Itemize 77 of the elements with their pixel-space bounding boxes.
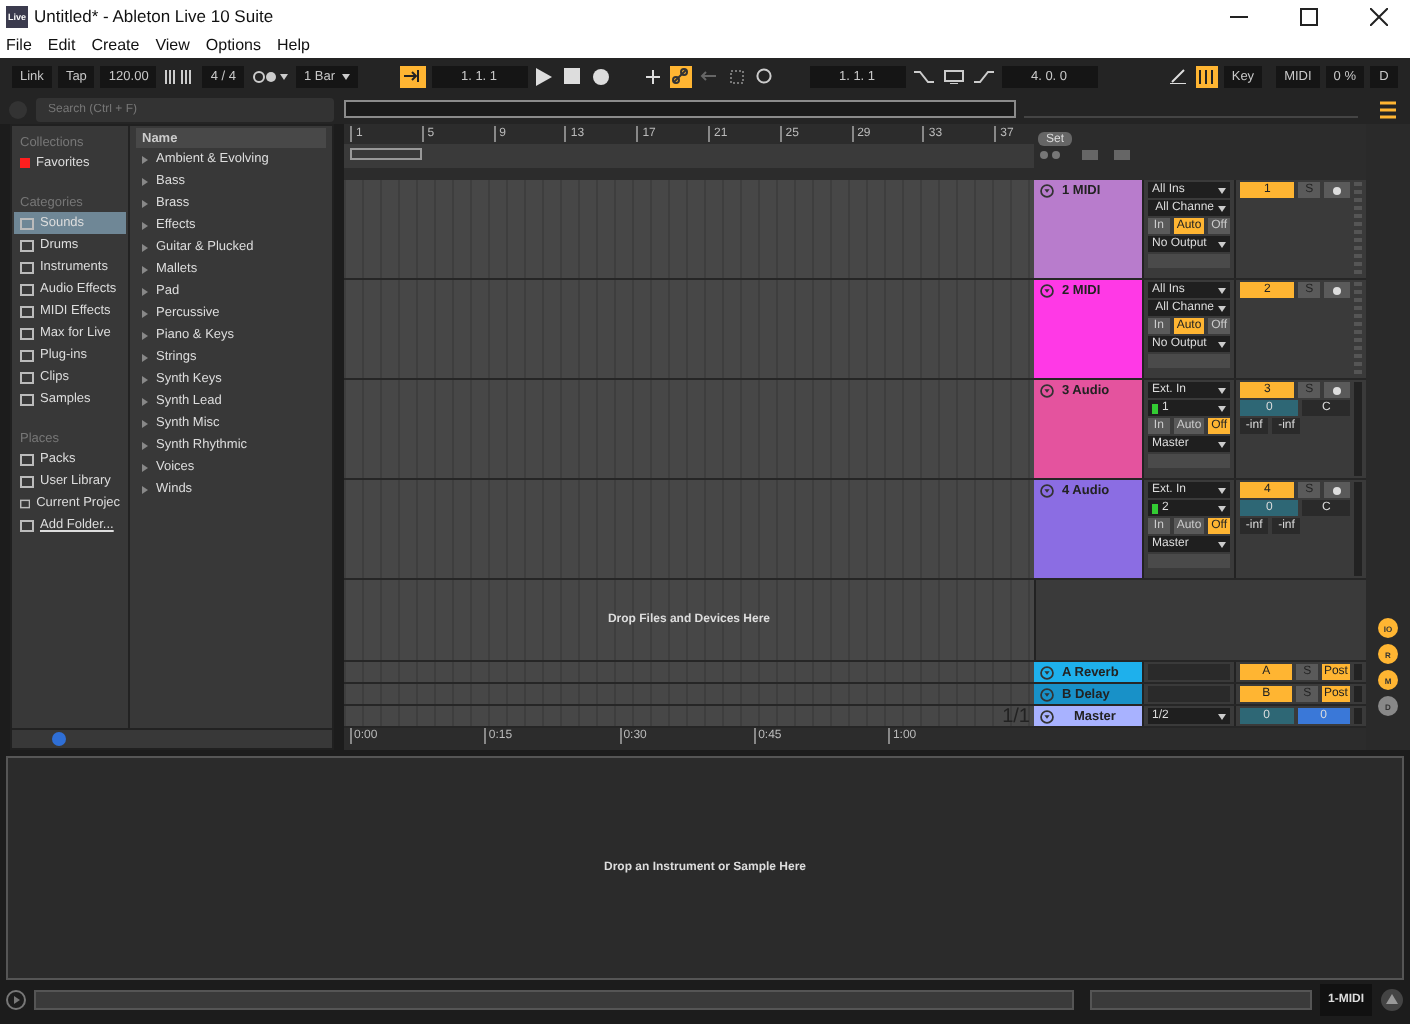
- window-title: Untitled* - Ableton Live 10 Suite: [34, 6, 276, 26]
- arm-button[interactable]: [1324, 182, 1350, 198]
- close-icon: [1369, 7, 1387, 25]
- nudge-icon[interactable]: [162, 65, 197, 87]
- fold-icon[interactable]: [1040, 284, 1054, 298]
- arm-button[interactable]: [1324, 382, 1350, 398]
- fold-icon[interactable]: [1040, 484, 1054, 498]
- menu-item[interactable]: View: [155, 36, 190, 54]
- expand-icon: [142, 375, 148, 383]
- record-icon: [1332, 285, 1343, 295]
- keyboard-icon: [1198, 69, 1215, 83]
- expand-icon: [142, 199, 148, 207]
- caret-icon: [1218, 487, 1226, 493]
- level-icon: [1152, 403, 1158, 413]
- caret-icon: [1218, 305, 1226, 311]
- arm-button[interactable]: [1324, 282, 1350, 298]
- record-button[interactable]: [589, 65, 612, 87]
- expand-icon: [142, 287, 148, 295]
- empty-field: [1148, 554, 1230, 568]
- record-icon: [1332, 385, 1343, 395]
- stop-button[interactable]: [561, 65, 584, 87]
- caret-icon: [1218, 241, 1226, 247]
- caret-icon: [341, 73, 350, 79]
- expand-icon: [142, 221, 148, 229]
- empty-field: [1148, 454, 1230, 468]
- expand-icon: [142, 353, 148, 361]
- level-icon: [1152, 503, 1158, 513]
- pencil-icon[interactable]: [1167, 65, 1190, 87]
- caret-icon: [1218, 187, 1226, 193]
- caret-icon: [1218, 405, 1226, 411]
- caret-icon: [1218, 205, 1226, 211]
- caret-icon: [1218, 541, 1226, 547]
- caret-icon: [1218, 505, 1226, 511]
- record-icon: [1332, 185, 1343, 195]
- empty-field: [1148, 354, 1230, 368]
- empty-field: [1148, 254, 1230, 268]
- add-icon[interactable]: [641, 65, 664, 87]
- caret-icon: [1218, 387, 1226, 393]
- maximize-icon: [1299, 7, 1317, 25]
- caret-icon: [1218, 441, 1226, 447]
- caret-icon: [1218, 713, 1226, 719]
- expand-icon: [142, 177, 148, 185]
- expand-icon: [142, 463, 148, 471]
- expand-icon: [142, 441, 148, 449]
- expand-icon: [142, 485, 148, 493]
- menu-item[interactable]: Options: [205, 36, 261, 54]
- expand-icon: [142, 397, 148, 405]
- dotted-square-icon[interactable]: [725, 65, 748, 87]
- loop-brace[interactable]: [350, 148, 422, 160]
- menu-item[interactable]: Help: [276, 36, 310, 54]
- menu-item[interactable]: Edit: [47, 36, 76, 54]
- loop-switch-icon[interactable]: [941, 65, 966, 87]
- expand-icon: [142, 419, 148, 427]
- fold-icon[interactable]: [1040, 184, 1054, 198]
- fold-icon[interactable]: [1040, 384, 1054, 398]
- punch-out-icon[interactable]: [971, 65, 996, 87]
- arrow-icon: [404, 70, 421, 82]
- metronome-icon[interactable]: [249, 65, 290, 87]
- play-button[interactable]: [533, 65, 556, 87]
- circle-icon[interactable]: [753, 65, 776, 87]
- caret-icon: [1218, 341, 1226, 347]
- expand-icon: [142, 243, 148, 251]
- caret-icon: [1218, 287, 1226, 293]
- expand-icon: [142, 155, 148, 163]
- expand-icon: [142, 265, 148, 273]
- link-icon: [672, 68, 689, 84]
- menu-item[interactable]: File: [6, 36, 32, 54]
- expand-icon: [142, 331, 148, 339]
- follow-button[interactable]: [399, 65, 426, 87]
- hotswap-icon[interactable]: [52, 732, 66, 746]
- automation-arm-button[interactable]: [669, 65, 692, 87]
- menu-item[interactable]: Create: [91, 36, 140, 54]
- computer-keyboard-button[interactable]: [1195, 65, 1218, 87]
- expand-icon: [142, 309, 148, 317]
- record-icon: [1332, 485, 1343, 495]
- punch-in-icon[interactable]: [911, 65, 936, 87]
- arm-button[interactable]: [1324, 482, 1350, 498]
